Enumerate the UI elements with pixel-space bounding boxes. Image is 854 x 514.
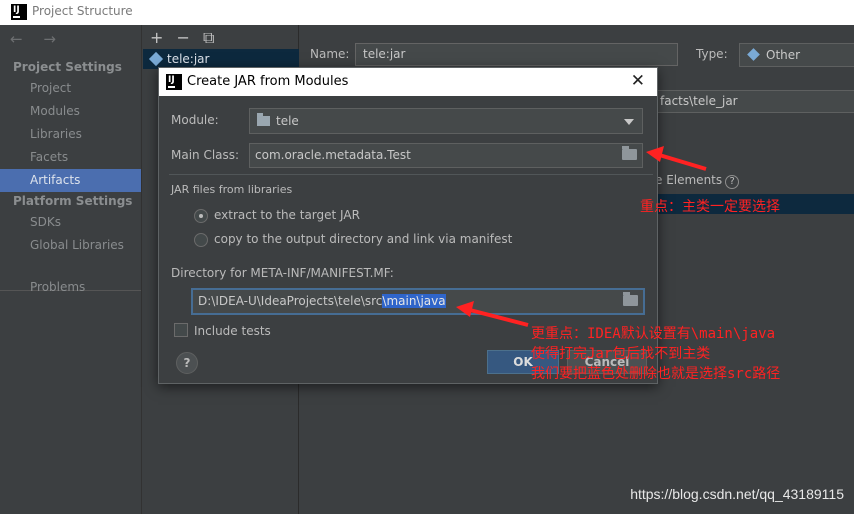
chevron-down-icon <box>624 119 634 125</box>
annotation-line-2: 使得打完Jar包后找不到主类 <box>531 346 711 362</box>
manifest-dir-field[interactable]: D:\IDEA-U\IdeaProjects\tele\src\main\jav… <box>191 288 645 315</box>
module-folder-icon <box>257 113 270 126</box>
close-icon[interactable]: ✕ <box>631 71 645 91</box>
sidebar-item-artifacts[interactable]: Artifacts <box>0 169 141 192</box>
sidebar-item-libraries[interactable]: Libraries <box>0 123 141 146</box>
browse-folder-icon[interactable] <box>622 146 637 160</box>
manifest-dir-selection: \main\java <box>382 294 446 308</box>
sidebar-item-project[interactable]: Project <box>0 77 141 100</box>
sidebar-item-facets[interactable]: Facets <box>0 146 141 169</box>
radio-copy[interactable] <box>194 233 208 247</box>
name-field[interactable]: tele:jar <box>355 43 678 66</box>
name-label: Name: <box>310 47 350 61</box>
radio-extract[interactable] <box>194 209 208 223</box>
artifact-toolbar: + − ⧉ <box>150 28 222 48</box>
annotation-line-3: 我们要把蓝色处删除也就是选择src路径 <box>531 366 781 382</box>
group-divider <box>169 174 653 175</box>
annotation-main-class: 重点：主类一定要选择 <box>640 199 780 215</box>
manifest-dir-prefix: D:\IDEA-U\IdeaProjects\tele\src <box>198 294 383 308</box>
include-tests-checkbox[interactable] <box>174 323 188 337</box>
back-forward-icon[interactable]: ← → <box>10 30 64 48</box>
manifest-dir-label: Directory for META-INF/MANIFEST.MF: <box>171 266 394 280</box>
window-title: Project Structure <box>32 4 133 18</box>
type-label: Type: <box>696 47 728 61</box>
help-icon[interactable]: ? <box>725 175 740 189</box>
type-select[interactable]: Other <box>739 43 854 67</box>
platform-settings-header: Platform Settings <box>13 194 133 208</box>
dialog-title: Create JAR from Modules <box>187 74 349 89</box>
watermark: https://blog.csdn.net/qq_43189115 <box>630 486 844 502</box>
help-button[interactable]: ? <box>176 352 198 374</box>
module-label: Module: <box>171 113 219 127</box>
project-settings-header: Project Settings <box>13 60 122 74</box>
module-value: tele <box>276 114 299 128</box>
output-directory-field[interactable]: facts\tele_jar <box>655 90 854 113</box>
available-elements-label: e Elements? <box>655 173 740 189</box>
intellij-logo-icon: IJ <box>166 74 182 90</box>
include-tests-label[interactable]: Include tests <box>194 324 271 338</box>
artifact-list-item[interactable]: tele:jar <box>143 49 299 69</box>
browse-folder-icon[interactable] <box>623 292 638 306</box>
type-icon <box>747 48 760 61</box>
settings-sidebar: ← → Project Settings Project Modules Lib… <box>0 25 141 514</box>
radio-copy-label[interactable]: copy to the output directory and link vi… <box>214 232 512 246</box>
sidebar-item-modules[interactable]: Modules <box>0 100 141 123</box>
remove-icon[interactable]: − <box>177 28 190 47</box>
sidebar-item-global-libraries[interactable]: Global Libraries <box>0 234 141 257</box>
add-icon[interactable]: + <box>150 28 163 47</box>
main-class-value: com.oracle.metadata.Test <box>255 148 411 162</box>
intellij-logo-icon: IJ <box>11 4 27 20</box>
jar-files-label: JAR files from libraries <box>171 183 293 196</box>
main-class-label: Main Class: <box>171 148 240 162</box>
copy-icon[interactable]: ⧉ <box>203 28 214 47</box>
window-titlebar: IJ Project Structure <box>0 0 854 25</box>
annotation-line-1: 更重点：IDEA默认设置有\main\java <box>531 326 776 342</box>
module-select[interactable]: tele <box>249 108 643 134</box>
radio-extract-label[interactable]: extract to the target JAR <box>214 208 360 222</box>
type-value: Other <box>766 48 801 62</box>
artifact-name: tele:jar <box>167 52 210 66</box>
artifact-icon <box>148 51 164 67</box>
dialog-titlebar: IJ Create JAR from Modules ✕ <box>159 68 657 96</box>
sidebar-item-problems[interactable]: Problems <box>0 276 141 299</box>
sidebar-item-sdks[interactable]: SDKs <box>0 211 141 234</box>
main-class-field[interactable]: com.oracle.metadata.Test <box>249 143 643 168</box>
